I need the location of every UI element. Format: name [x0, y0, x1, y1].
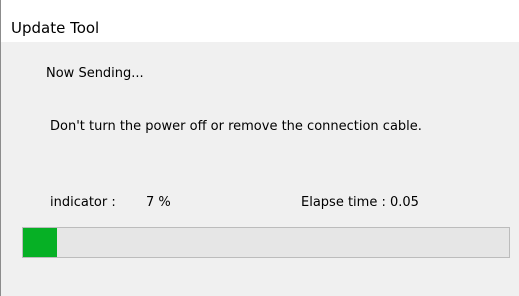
window-title: Update Tool	[11, 19, 100, 37]
update-tool-window: Update Tool Now Sending... Don't turn th…	[0, 0, 519, 296]
window-top-edge	[1, 0, 519, 8]
dialog-content: Now Sending... Don't turn the power off …	[1, 42, 519, 296]
progress-percent: 7 %	[146, 195, 171, 210]
warning-message: Don't turn the power off or remove the c…	[50, 119, 422, 134]
status-message: Now Sending...	[46, 66, 144, 81]
elapsed-time: Elapse time : 0.05	[301, 195, 419, 210]
progress-bar	[22, 227, 510, 258]
progress-bar-fill	[23, 228, 58, 257]
indicator-label: indicator :	[50, 195, 116, 210]
title-bar[interactable]: Update Tool	[1, 8, 519, 42]
